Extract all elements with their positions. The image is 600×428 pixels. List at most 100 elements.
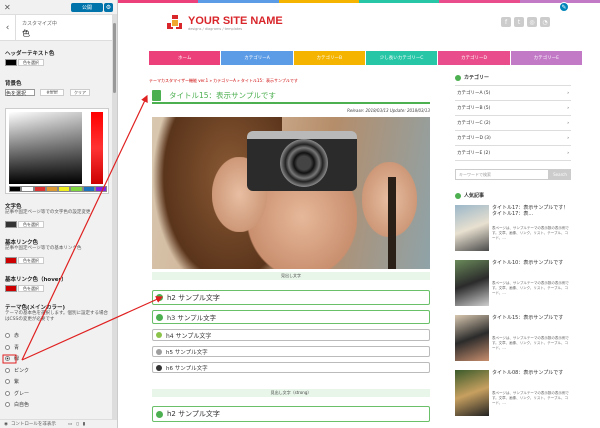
nav-item[interactable]: カテゴリーB	[293, 51, 366, 65]
theme-color-option[interactable]: 赤	[5, 332, 19, 339]
nav-item[interactable]: ホーム	[149, 51, 222, 65]
bg-color-hex-input[interactable]: #ffffff	[40, 89, 64, 96]
publish-button[interactable]: 公開	[71, 2, 103, 12]
category-list: カテゴリーA (5) › カテゴリーB (5) › カテゴリーC (2) › カテゴリーD …	[455, 86, 571, 161]
nav-item[interactable]: カテゴリーD	[438, 51, 511, 65]
post-title[interactable]: タイトル17：表示サンプルです！タイトル17：表...	[492, 205, 571, 217]
radio-icon[interactable]	[5, 390, 10, 396]
breadcrumb[interactable]: テーマカスタマイザー機能 ver.1 » カテゴリーA » タイトル15：表示サ…	[149, 78, 298, 84]
cube-logo-icon	[166, 14, 184, 32]
radio-icon[interactable]	[5, 356, 10, 361]
popular-post[interactable]: タイトル10：表示サンプルです表ページは、サンプルテーマの表示数の表示例です。文…	[455, 260, 571, 310]
category-item[interactable]: カテゴリーD (3) ›	[455, 131, 571, 146]
radio-label: 青	[14, 344, 20, 351]
palette-swatch[interactable]	[9, 186, 22, 192]
gear-icon[interactable]: ⚙	[104, 2, 113, 12]
nav-item[interactable]: カテゴリーE	[510, 51, 583, 65]
post-excerpt: 表ページは、サンプルテーマの表示数の表示例です。文章、画像、リンク、リスト、テー…	[492, 281, 569, 295]
desktop-preview-icon[interactable]: ▭	[68, 422, 72, 427]
category-item[interactable]: カテゴリーE (2) ›	[455, 146, 571, 161]
post-title[interactable]: タイトル15：表示サンプルです	[492, 315, 571, 321]
theme-color-option[interactable]: 緑	[5, 355, 19, 362]
facebook-icon[interactable]: f	[501, 17, 511, 27]
radio-icon[interactable]	[5, 333, 10, 338]
nav-item[interactable]: 少し長いカテゴリーC	[365, 51, 439, 65]
post-thumbnail[interactable]	[455, 260, 489, 306]
post-title[interactable]: タイトル10：表示サンプルです	[492, 260, 571, 266]
text-color-swatch[interactable]	[5, 221, 17, 228]
twitter-icon[interactable]: t	[514, 17, 524, 27]
theme-color-label: テーマ色(メインカラー)	[5, 305, 66, 311]
close-icon[interactable]: ✕	[4, 3, 11, 12]
instagram-icon[interactable]: ◎	[527, 17, 537, 27]
palette-swatch[interactable]	[70, 186, 83, 192]
radio-icon[interactable]	[5, 344, 10, 350]
post-title[interactable]: タイトル08：表示サンプルです	[492, 370, 571, 376]
chevron-right-icon: ›	[567, 150, 569, 156]
arrow-right-icon	[455, 74, 461, 81]
nav-item[interactable]: カテゴリーA	[221, 51, 294, 65]
rss-icon[interactable]: ◔	[540, 17, 550, 27]
theme-color-option[interactable]: 紫	[5, 378, 19, 385]
hover-color-swatch[interactable]	[5, 285, 17, 292]
category-item[interactable]: カテゴリーB (5) ›	[455, 101, 571, 116]
radio-icon[interactable]	[5, 379, 10, 384]
palette-swatch[interactable]	[33, 186, 46, 192]
post-thumbnail[interactable]	[455, 315, 489, 361]
radio-icon[interactable]	[5, 367, 10, 373]
radio-label: 赤	[14, 333, 20, 339]
back-chevron-icon[interactable]: ‹	[0, 15, 16, 41]
panel-scrollbar[interactable]	[112, 15, 117, 420]
arrow-right-icon	[455, 192, 461, 199]
h2-sample: h2 サンプル文字	[152, 290, 430, 305]
palette-swatch[interactable]	[82, 186, 95, 192]
theme-color-option[interactable]: ピンク	[5, 367, 29, 374]
bg-color-clear-button[interactable]: クリア	[70, 89, 90, 96]
palette-swatch[interactable]	[21, 186, 34, 192]
bg-color-label: 背景色	[5, 81, 22, 87]
search-button[interactable]: Search	[549, 169, 571, 180]
text-color-select[interactable]: 色を選択	[18, 221, 44, 228]
scrollbar-thumb[interactable]	[113, 23, 116, 93]
radio-label: 紫	[14, 379, 20, 385]
header-text-color-select[interactable]: 色を選択	[18, 59, 44, 66]
post-thumbnail[interactable]	[455, 370, 489, 416]
category-widget-title: カテゴリー	[455, 74, 571, 86]
category-item[interactable]: カテゴリーA (5) ›	[455, 86, 571, 101]
post-excerpt: 表ページは、サンプルテーマの表示数の表示例です。文章、画像、リンク、リスト、テー…	[492, 336, 569, 350]
sidebar: カテゴリー カテゴリーA (5) › カテゴリーB (5) › カテゴリーC (2) › カ…	[455, 74, 571, 161]
h4-sample: h4 サンプル文字	[152, 329, 430, 341]
bg-color-swatch[interactable]: 色を選択	[5, 89, 35, 97]
heading-caption: 見出し文字	[152, 272, 430, 280]
category-item[interactable]: カテゴリーC (2) ›	[455, 116, 571, 131]
search-input[interactable]: キーワードで検索	[455, 169, 549, 180]
post-meta: Release: 2018/03/13 Update: 2018/03/13	[347, 108, 430, 113]
mobile-preview-icon[interactable]: ▮	[83, 422, 85, 427]
theme-color-option[interactable]: 白自色	[5, 401, 29, 408]
link-color-swatch[interactable]	[5, 257, 17, 264]
saturation-field[interactable]	[9, 112, 82, 184]
link-color-select[interactable]: 色を選択	[18, 257, 44, 264]
popular-post[interactable]: タイトル15：表示サンプルです表ページは、サンプルテーマの表示数の表示例です。文…	[455, 315, 571, 365]
chevron-right-icon: ›	[567, 120, 569, 126]
edit-pencil-icon[interactable]: ✎	[559, 2, 569, 12]
popular-post[interactable]: タイトル08：表示サンプルです 表ページは、サンプルテーマの表示数の表示例です。文…	[455, 370, 571, 420]
radio-icon[interactable]	[5, 402, 10, 407]
site-preview: YOUR SITE NAME designs / diagrams / temp…	[118, 0, 600, 428]
theme-color-option[interactable]: グレー	[5, 390, 29, 397]
hide-controls-button[interactable]: ◉ コントロールを非表示 ▭ ▯ ▮	[0, 419, 117, 428]
popular-post[interactable]: タイトル17：表示サンプルです！タイトル17：表... 表ページは、サンプルテーマ…	[455, 205, 571, 255]
hue-slider[interactable]	[91, 112, 103, 184]
theme-color-option[interactable]: 青	[5, 344, 19, 351]
palette-swatch[interactable]	[45, 186, 58, 192]
tablet-preview-icon[interactable]: ▯	[76, 422, 78, 427]
featured-image	[152, 117, 430, 269]
hover-color-select[interactable]: 色を選択	[18, 285, 44, 292]
post-thumbnail[interactable]	[455, 205, 489, 251]
site-logo[interactable]: YOUR SITE NAME designs / diagrams / temp…	[166, 14, 283, 32]
palette-swatch[interactable]	[58, 186, 71, 192]
header-text-color-swatch[interactable]	[5, 59, 17, 66]
color-picker[interactable]	[5, 108, 109, 194]
radio-label: 白自色	[14, 402, 30, 408]
palette-swatch[interactable]	[94, 186, 107, 192]
